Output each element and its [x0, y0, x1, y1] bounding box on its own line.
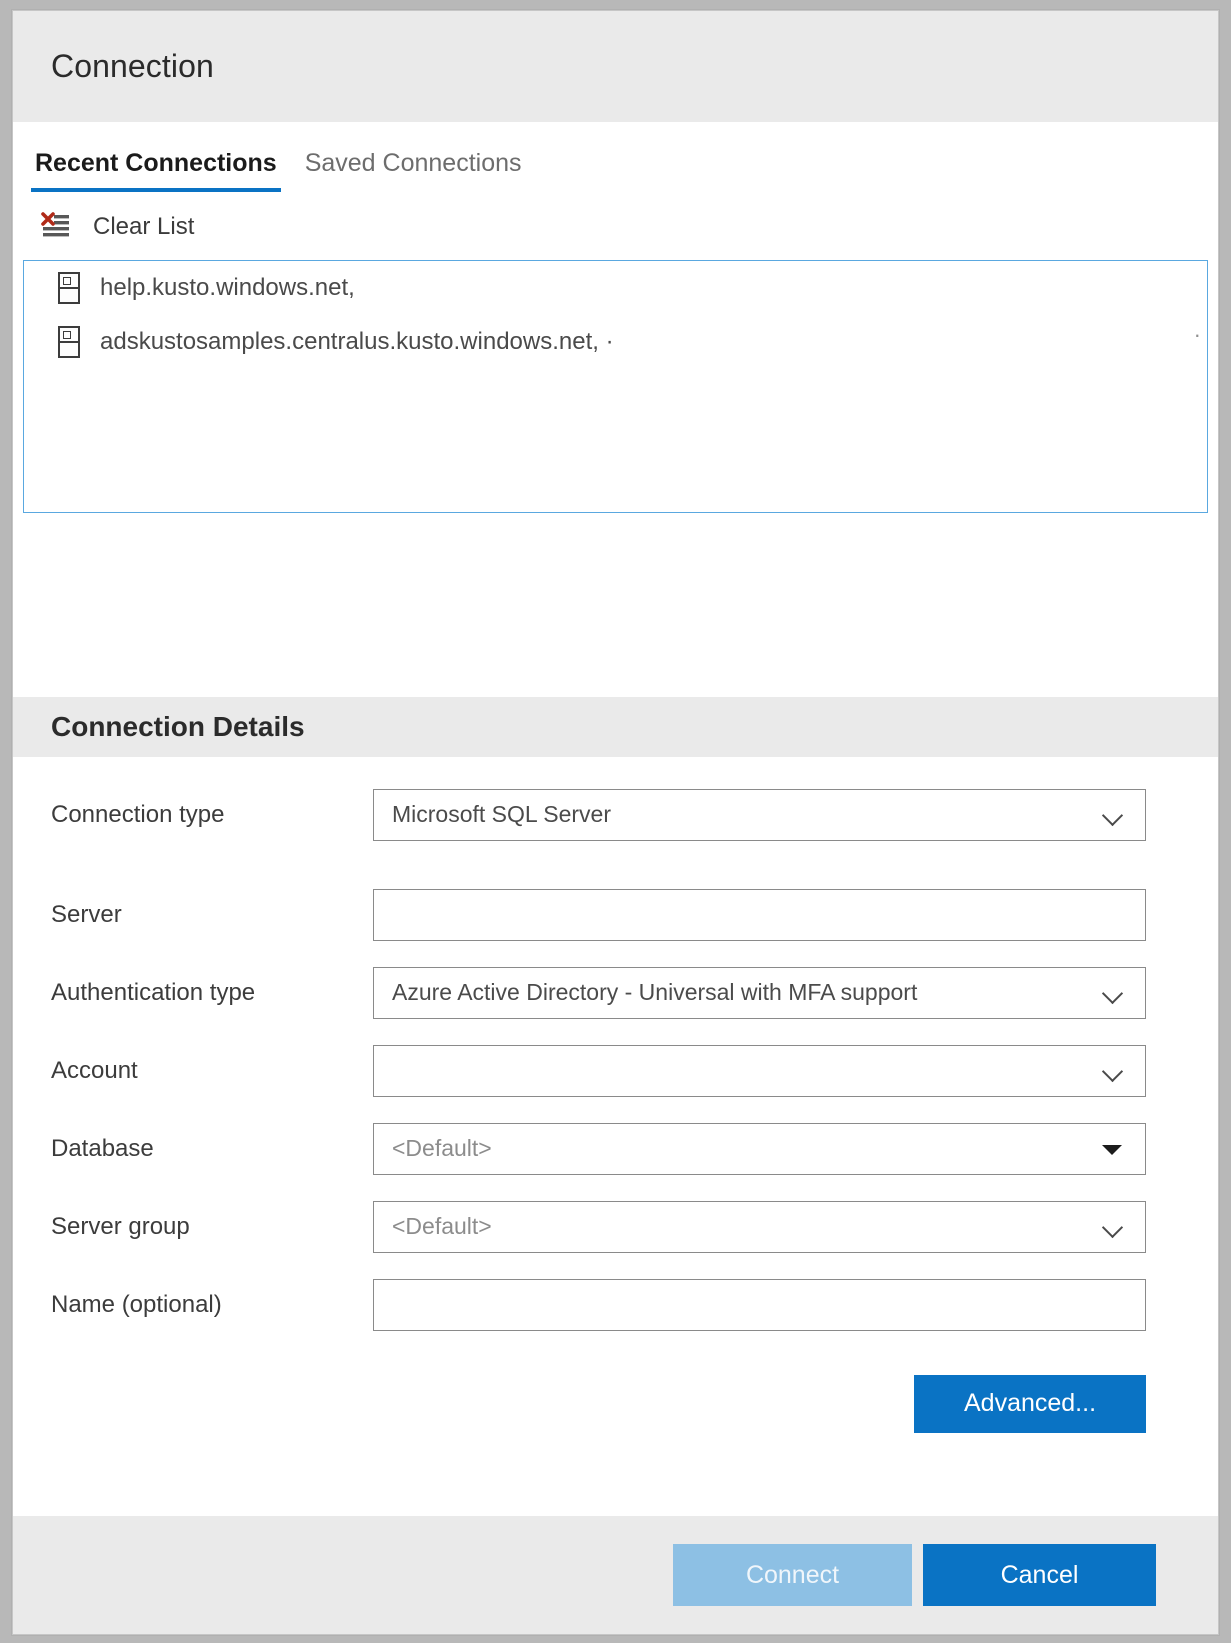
- label-server: Server: [51, 900, 122, 928]
- label-authentication-type: Authentication type: [51, 978, 256, 1006]
- dialog-titlebar: Connection: [13, 11, 1218, 122]
- label-name-optional: Name (optional): [51, 1290, 222, 1318]
- dialog-footer: Connect Cancel: [13, 1516, 1218, 1634]
- database-combobox[interactable]: <Default>: [373, 1122, 1146, 1175]
- chevron-down-icon: [1101, 980, 1127, 1006]
- connection-details-form: Connection type Microsoft SQL Server Ser…: [13, 756, 1218, 1516]
- list-item[interactable]: adskustosamples.centralus.kusto.windows.…: [24, 315, 1207, 369]
- list-item-trailing-marker: ·: [1193, 321, 1201, 347]
- triangle-down-icon: [1099, 1136, 1125, 1162]
- label-server-group: Server group: [51, 1212, 190, 1240]
- connect-button[interactable]: Connect: [673, 1544, 912, 1606]
- connection-type-dropdown[interactable]: Microsoft SQL Server: [373, 788, 1146, 841]
- database-value: <Default>: [392, 1135, 492, 1161]
- tab-recent-connections[interactable]: Recent Connections: [31, 149, 281, 192]
- page-title: Connection: [51, 48, 214, 84]
- chevron-down-icon: [1101, 1214, 1127, 1240]
- list-item-label: help.kusto.windows.net,: [100, 273, 355, 301]
- form-row-connection-type: Connection type Microsoft SQL Server: [13, 788, 1218, 841]
- tab-saved-connections[interactable]: Saved Connections: [301, 149, 526, 192]
- advanced-button[interactable]: Advanced...: [914, 1374, 1146, 1433]
- form-row-server-group: Server group <Default>: [13, 1200, 1218, 1253]
- label-connection-type: Connection type: [51, 800, 225, 828]
- name-input[interactable]: [373, 1278, 1146, 1331]
- connection-dialog: Connection Recent Connections Saved Conn…: [12, 10, 1219, 1635]
- authentication-type-dropdown[interactable]: Azure Active Directory - Universal with …: [373, 966, 1146, 1019]
- authentication-type-value: Azure Active Directory - Universal with …: [392, 979, 918, 1005]
- account-dropdown[interactable]: [373, 1044, 1146, 1097]
- list-item-label: adskustosamples.centralus.kusto.windows.…: [100, 327, 614, 355]
- server-input[interactable]: [373, 888, 1146, 941]
- connection-details-header: Connection Details: [13, 696, 1218, 757]
- form-row-account: Account: [13, 1044, 1218, 1097]
- chevron-down-icon: [1101, 1058, 1127, 1084]
- connection-type-value: Microsoft SQL Server: [392, 801, 611, 827]
- form-row-server: Server: [13, 888, 1218, 941]
- list-spacer: [13, 512, 1218, 697]
- tab-list: Recent Connections Saved Connections: [13, 149, 1218, 192]
- list-item[interactable]: help.kusto.windows.net,: [24, 261, 1207, 315]
- clear-list-label: Clear List: [93, 212, 195, 240]
- server-icon: [58, 325, 80, 358]
- clear-list-icon: [41, 211, 71, 242]
- form-row-database: Database <Default>: [13, 1122, 1218, 1175]
- label-database: Database: [51, 1134, 154, 1162]
- recent-connections-list[interactable]: help.kusto.windows.net, adskustosamples.…: [23, 259, 1208, 513]
- form-row-authentication-type: Authentication type Azure Active Directo…: [13, 966, 1218, 1019]
- server-icon: [58, 271, 80, 304]
- server-group-value: <Default>: [392, 1213, 492, 1239]
- label-account: Account: [51, 1056, 138, 1084]
- clear-list-button[interactable]: Clear List: [13, 192, 194, 256]
- chevron-down-icon: [1101, 802, 1127, 828]
- advanced-row: Advanced...: [13, 1357, 1218, 1433]
- tabs-area: Recent Connections Saved Connections Cle…: [13, 122, 1218, 256]
- form-row-name: Name (optional): [13, 1278, 1218, 1331]
- server-group-dropdown[interactable]: <Default>: [373, 1200, 1146, 1253]
- cancel-button[interactable]: Cancel: [923, 1544, 1156, 1606]
- connection-details-title: Connection Details: [51, 710, 305, 742]
